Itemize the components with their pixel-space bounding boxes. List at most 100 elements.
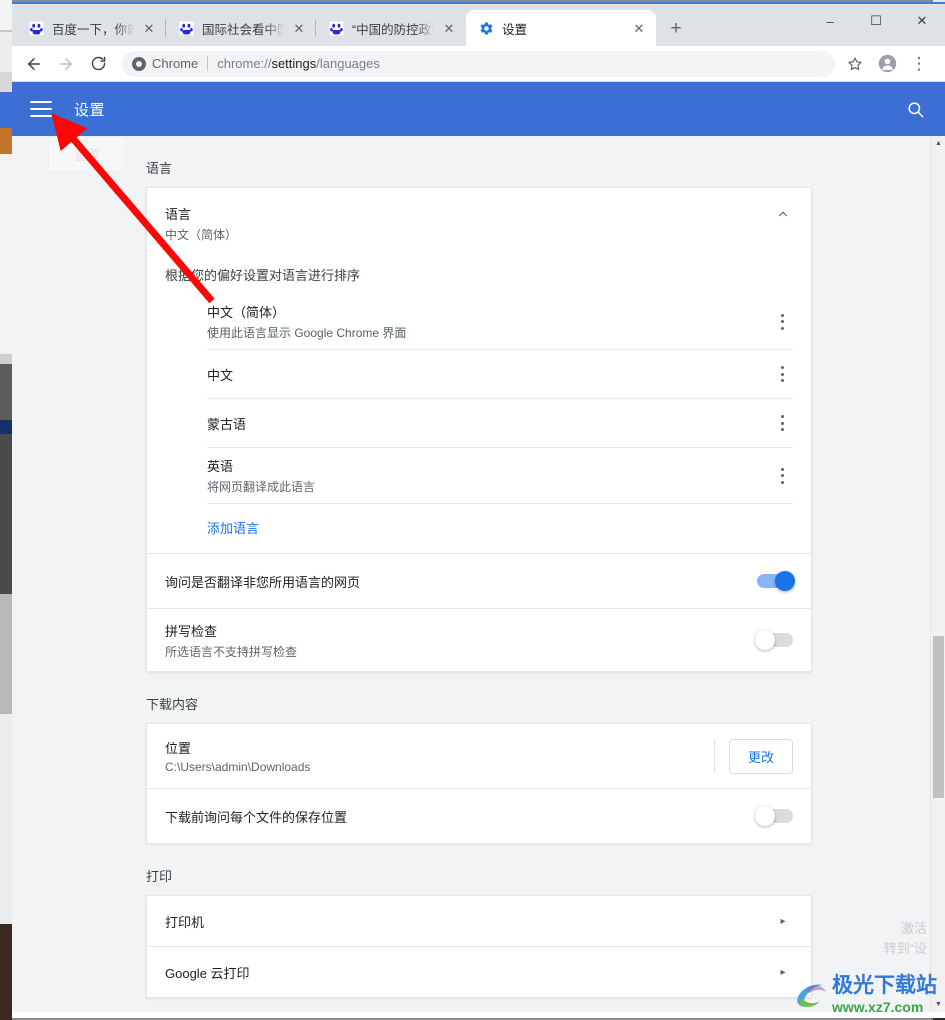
- add-language-link[interactable]: 添加语言: [147, 504, 811, 553]
- spellcheck-row[interactable]: 拼写检查 所选语言不支持拼写检查: [147, 609, 811, 671]
- page-title: 设置: [74, 101, 106, 119]
- close-window-button[interactable]: ✕: [899, 4, 945, 38]
- toggle-knob: [755, 630, 775, 650]
- window-controls: – ☐ ✕: [807, 4, 945, 38]
- language-list-item[interactable]: 蒙古语: [207, 399, 793, 448]
- browser-menu-icon[interactable]: ⋮: [905, 50, 933, 78]
- bookmark-star-icon[interactable]: [841, 50, 869, 78]
- tab-close-icon[interactable]: ✕: [440, 19, 458, 37]
- minimize-button[interactable]: –: [807, 4, 853, 38]
- tab-title: 国际社会看中国优化: [202, 22, 284, 37]
- tab-close-icon[interactable]: ✕: [630, 19, 648, 37]
- browser-tab-3[interactable]: “中国的防控政策科学 ✕: [316, 10, 466, 46]
- hamburger-menu-icon[interactable]: [30, 101, 52, 117]
- scheme-label: Chrome: [152, 56, 199, 71]
- browser-tab-1[interactable]: 百度一下，你就知道 ✕: [16, 10, 166, 46]
- backdrop-band: [0, 594, 12, 714]
- cloud-print-label: Google 云打印: [165, 965, 250, 981]
- vertical-divider: [713, 739, 715, 773]
- maximize-button[interactable]: ☐: [853, 4, 899, 38]
- chevron-right-icon[interactable]: ▸: [773, 962, 793, 982]
- backdrop-band: [0, 128, 12, 154]
- toggle-knob: [755, 806, 775, 826]
- change-download-location-button[interactable]: 更改: [728, 738, 793, 774]
- language-item-texts: 英语 将网页翻译成此语言: [207, 448, 771, 503]
- url-suffix: /languages: [316, 56, 380, 71]
- language-collapse-title: 语言: [165, 207, 192, 222]
- language-list-item[interactable]: 中文: [207, 350, 793, 399]
- ask-save-location-toggle[interactable]: [755, 806, 793, 826]
- kebab-menu-icon[interactable]: [771, 311, 793, 333]
- toggle-knob: [775, 571, 795, 591]
- chrome-scheme-badge: Chrome: [132, 56, 198, 71]
- cloud-print-row[interactable]: Google 云打印 ▸: [147, 947, 811, 997]
- translate-prompt-texts: 询问是否翻译非您所用语言的网页: [165, 572, 757, 591]
- browser-tab-4-active[interactable]: 设置 ✕: [466, 10, 656, 46]
- browser-toolbar: Chrome chrome://settings/languages ⋮: [12, 46, 945, 82]
- backdrop-band: [0, 714, 12, 924]
- translate-prompt-row[interactable]: 询问是否翻译非您所用语言的网页: [147, 554, 811, 608]
- chevron-up-icon[interactable]: [773, 204, 793, 224]
- reload-icon[interactable]: [84, 50, 112, 78]
- language-list: 中文（简体） 使用此语言显示 Google Chrome 界面 中文 蒙古语 英…: [147, 294, 811, 504]
- language-list-item[interactable]: 英语 将网页翻译成此语言: [207, 448, 793, 504]
- ask-save-location-row[interactable]: 下载前询问每个文件的保存位置: [147, 789, 811, 843]
- backdrop-band: [0, 364, 12, 420]
- chevron-right-icon[interactable]: ▸: [773, 911, 793, 931]
- site-watermark: 极光下载站 www.xz7.com: [794, 975, 937, 1016]
- settings-page-body: 语言 语言 中文（简体） 根据您的偏好设置对语言进行排序 中文（简体） 使用此语…: [12, 136, 945, 1012]
- language-name: 蒙古语: [207, 416, 247, 432]
- forward-icon[interactable]: [52, 50, 80, 78]
- download-location-label: 位置: [165, 741, 192, 756]
- translate-prompt-label: 询问是否翻译非您所用语言的网页: [165, 574, 361, 590]
- back-icon[interactable]: [20, 50, 48, 78]
- backdrop-band: [0, 32, 12, 72]
- spellcheck-sub: 所选语言不支持拼写检查: [165, 644, 298, 659]
- baidu-icon: [328, 20, 344, 36]
- backdrop-band: [0, 354, 12, 364]
- download-location-value: C:\Users\admin\Downloads: [165, 760, 311, 774]
- address-bar[interactable]: Chrome chrome://settings/languages: [122, 50, 835, 77]
- backdrop-band: [0, 92, 12, 128]
- chrome-browser-window: 百度一下，你就知道 ✕ 国际社会看中国优化 ✕ “中国的防控政策科学 ✕ 设置 …: [12, 2, 945, 1018]
- new-tab-button[interactable]: +: [662, 14, 690, 42]
- printers-row[interactable]: 打印机 ▸: [147, 896, 811, 946]
- spellcheck-texts: 拼写检查 所选语言不支持拼写检查: [165, 621, 757, 660]
- language-sort-hint: 根据您的偏好设置对语言进行排序: [165, 268, 361, 283]
- language-item-texts: 蒙古语: [207, 406, 771, 441]
- languages-card: 语言 中文（简体） 根据您的偏好设置对语言进行排序 中文（简体） 使用此语言显示…: [146, 187, 812, 672]
- spellcheck-toggle[interactable]: [755, 630, 793, 650]
- language-collapse-value: 中文（简体）: [165, 228, 238, 242]
- printers-label: 打印机: [165, 914, 205, 930]
- print-card: 打印机 ▸ Google 云打印 ▸: [146, 895, 812, 998]
- tab-close-icon[interactable]: ✕: [290, 19, 308, 37]
- page-scrollbar[interactable]: ▲ ▼: [930, 136, 945, 1012]
- kebab-menu-icon[interactable]: [771, 412, 793, 434]
- kebab-menu-icon[interactable]: [771, 363, 793, 385]
- language-list-item[interactable]: 中文（简体） 使用此语言显示 Google Chrome 界面: [207, 294, 793, 350]
- ghost-menu-item: 重置: [48, 136, 126, 172]
- profile-avatar-icon[interactable]: [873, 50, 901, 78]
- language-collapse-row[interactable]: 语言 中文（简体）: [147, 188, 811, 259]
- section-heading-print: 打印: [146, 869, 173, 884]
- backdrop-band: [0, 72, 12, 92]
- language-sub: 使用此语言显示 Google Chrome 界面: [207, 326, 407, 340]
- site-logo-icon: [794, 978, 828, 1012]
- ask-save-location-label: 下载前询问每个文件的保存位置: [165, 809, 348, 825]
- section-heading-downloads: 下载内容: [146, 697, 199, 712]
- downloads-card: 位置 C:\Users\admin\Downloads 更改 下载前询问每个文件…: [146, 723, 812, 844]
- backdrop-band: [0, 420, 12, 434]
- site-watermark-url: www.xz7.com: [832, 998, 924, 1015]
- search-icon[interactable]: [903, 97, 927, 121]
- backdrop-band: [0, 154, 12, 354]
- url-strong: settings: [271, 56, 317, 71]
- browser-tab-2[interactable]: 国际社会看中国优化 ✕: [166, 10, 316, 46]
- scroll-up-arrow[interactable]: ▲: [931, 136, 945, 151]
- kebab-menu-icon[interactable]: [771, 465, 793, 487]
- tab-close-icon[interactable]: ✕: [140, 19, 158, 37]
- ask-save-location-texts: 下载前询问每个文件的保存位置: [165, 807, 757, 826]
- scrollbar-thumb[interactable]: [933, 636, 944, 798]
- spellcheck-label: 拼写检查: [165, 623, 218, 639]
- translate-prompt-toggle[interactable]: [757, 571, 795, 591]
- omnibox-divider: [207, 56, 209, 71]
